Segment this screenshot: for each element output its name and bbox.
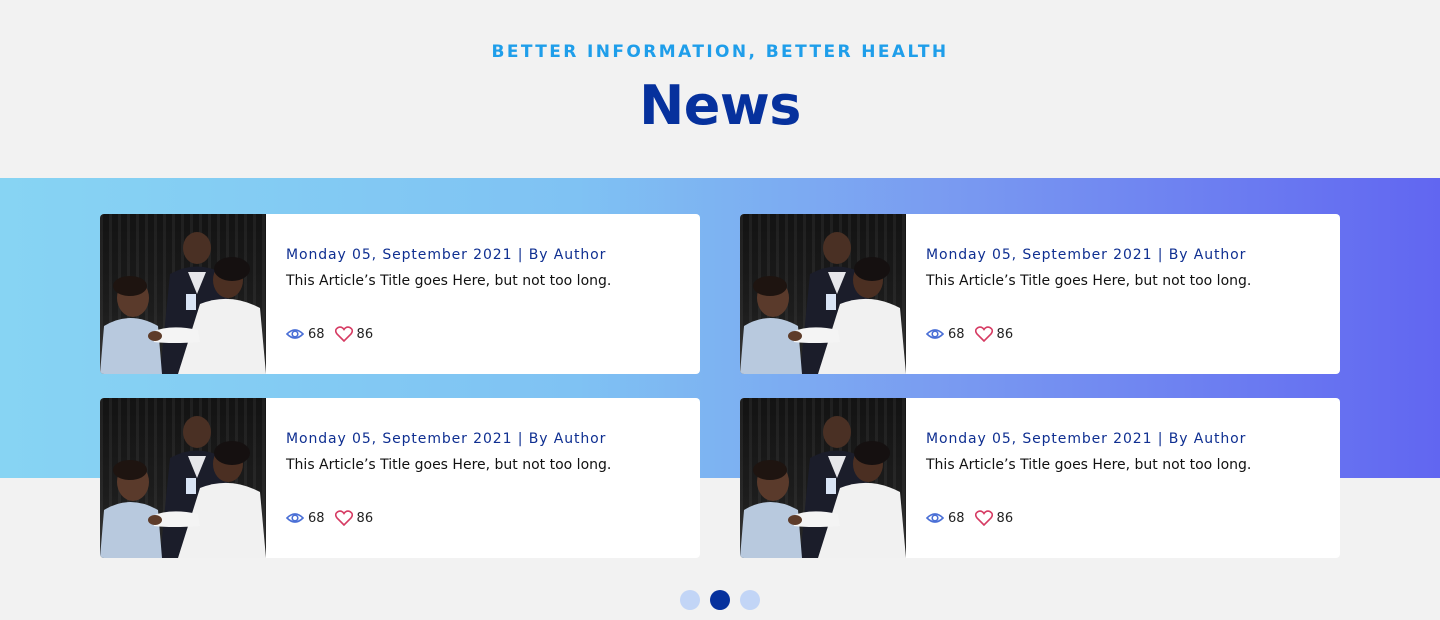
views-count: 68 — [308, 510, 325, 526]
eye-icon — [926, 513, 944, 523]
article-stats: 68 86 — [286, 510, 383, 526]
likes-count: 86 — [356, 510, 374, 526]
article-info: Monday 05, September 2021 | By Author Th… — [906, 214, 1340, 374]
article-title[interactable]: This Article’s Title goes Here, but not … — [926, 457, 1340, 473]
doctor-examining-patient-photo — [740, 416, 906, 558]
section-title: News — [639, 74, 801, 137]
views-count: 68 — [948, 326, 965, 342]
article-stats: 68 86 — [926, 326, 1023, 342]
carousel-pagination — [0, 590, 1440, 610]
article-info: Monday 05, September 2021 | By Author Th… — [266, 398, 700, 558]
eye-icon — [286, 329, 304, 339]
likes-count: 86 — [996, 510, 1014, 526]
views-count: 68 — [308, 326, 325, 342]
news-card[interactable]: Monday 05, September 2021 | By Author Th… — [740, 398, 1340, 558]
eye-icon — [286, 513, 304, 523]
article-title[interactable]: This Article’s Title goes Here, but not … — [286, 457, 700, 473]
news-card[interactable]: Monday 05, September 2021 | By Author Th… — [740, 214, 1340, 374]
views-stat: 68 — [926, 511, 965, 526]
likes-count: 86 — [996, 326, 1014, 342]
news-grid: Monday 05, September 2021 | By Author Th… — [100, 214, 1340, 558]
article-title[interactable]: This Article’s Title goes Here, but not … — [286, 273, 700, 289]
article-info: Monday 05, September 2021 | By Author Th… — [266, 214, 700, 374]
article-thumbnail[interactable] — [100, 214, 266, 374]
article-thumbnail[interactable] — [740, 398, 906, 558]
article-meta: Monday 05, September 2021 | By Author — [926, 431, 1247, 447]
views-count: 68 — [948, 510, 965, 526]
pagination-dot-1[interactable] — [680, 590, 700, 610]
article-meta: Monday 05, September 2021 | By Author — [926, 247, 1247, 263]
article-title[interactable]: This Article’s Title goes Here, but not … — [926, 273, 1340, 289]
eye-icon — [926, 329, 944, 339]
views-stat: 68 — [286, 327, 325, 342]
likes-stat[interactable]: 86 — [974, 510, 1014, 526]
pagination-dot-3[interactable] — [740, 590, 760, 610]
article-stats: 68 86 — [286, 326, 383, 342]
section-eyebrow: BETTER INFORMATION, BETTER HEALTH — [491, 42, 949, 62]
doctor-examining-patient-photo — [100, 416, 266, 558]
views-stat: 68 — [286, 511, 325, 526]
heart-icon[interactable] — [974, 510, 993, 526]
heart-icon[interactable] — [334, 326, 353, 342]
pagination-dot-2[interactable] — [710, 590, 730, 610]
article-thumbnail[interactable] — [100, 398, 266, 558]
likes-count: 86 — [356, 326, 374, 342]
news-card[interactable]: Monday 05, September 2021 | By Author Th… — [100, 398, 700, 558]
likes-stat[interactable]: 86 — [334, 326, 374, 342]
heart-icon[interactable] — [334, 510, 353, 526]
likes-stat[interactable]: 86 — [974, 326, 1014, 342]
article-meta: Monday 05, September 2021 | By Author — [286, 431, 607, 447]
article-info: Monday 05, September 2021 | By Author Th… — [906, 398, 1340, 558]
news-card[interactable]: Monday 05, September 2021 | By Author Th… — [100, 214, 700, 374]
doctor-examining-patient-photo — [740, 232, 906, 374]
article-stats: 68 86 — [926, 510, 1023, 526]
article-thumbnail[interactable] — [740, 214, 906, 374]
views-stat: 68 — [926, 327, 965, 342]
heart-icon[interactable] — [974, 326, 993, 342]
likes-stat[interactable]: 86 — [334, 510, 374, 526]
article-meta: Monday 05, September 2021 | By Author — [286, 247, 607, 263]
doctor-examining-patient-photo — [100, 232, 266, 374]
